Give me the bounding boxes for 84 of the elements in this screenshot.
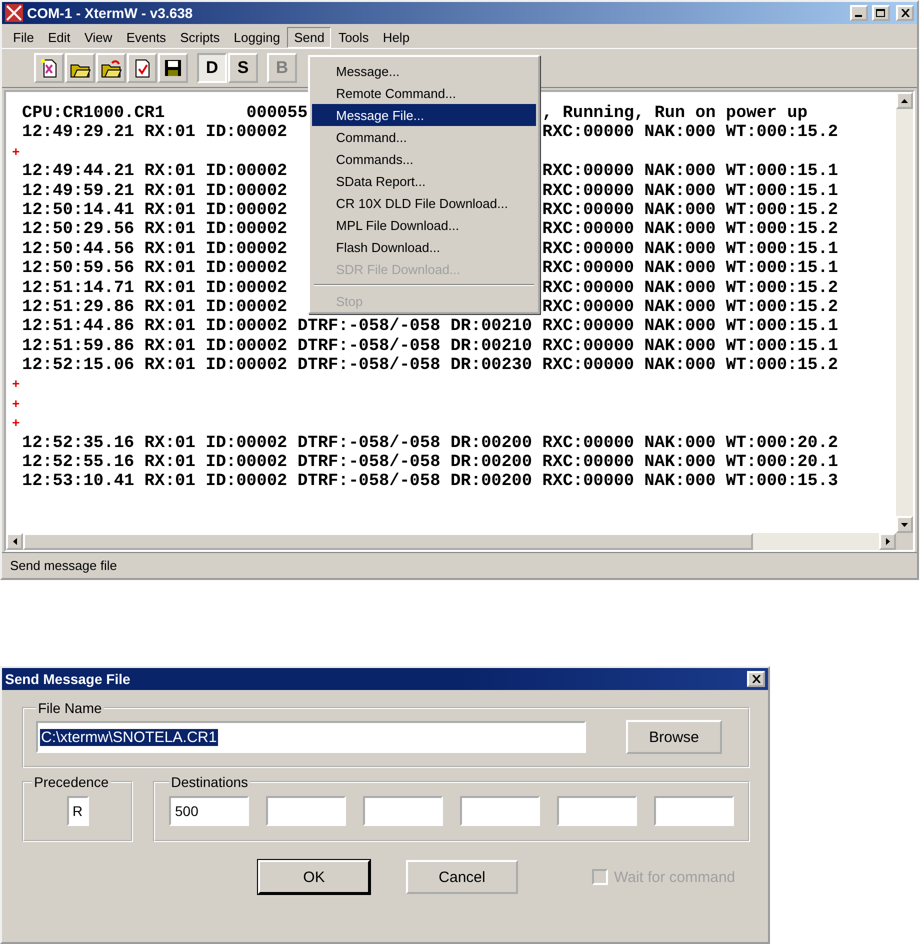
marker-plus: +	[12, 416, 20, 432]
terminal-line: 12:51:44.86 RX:01 ID:00002 DTRF:-058/-058 DR:00210 RXC:00000 NAK:000 WT:000:15.1	[22, 317, 838, 336]
maximize-icon	[876, 8, 886, 18]
window-title: COM-1 - XtermW - v3.638	[27, 5, 194, 21]
terminal-line: , Running, Run on power up	[542, 104, 809, 124]
menu-option[interactable]: Remote Command...	[312, 82, 536, 104]
menu-option[interactable]: SData Report...	[312, 170, 536, 192]
marker-plus: +	[12, 144, 20, 160]
menu-option[interactable]: CR 10X DLD File Download...	[312, 192, 536, 214]
group-label: File Name	[37, 700, 103, 716]
menu-item[interactable]: Send	[287, 26, 332, 48]
menu-item[interactable]: Tools	[331, 26, 376, 48]
dialog-button[interactable]: OK	[258, 860, 370, 894]
menu-option[interactable]: Message...	[312, 60, 536, 82]
terminal-line: RXC:00000 NAK:000 WT:000:15.1	[542, 162, 840, 182]
vertical-scrollbar[interactable]	[896, 92, 913, 533]
menu-option[interactable]: Message File...	[312, 104, 536, 126]
app-icon	[5, 4, 23, 22]
destination-field[interactable]	[266, 796, 346, 826]
terminal-line: 12:50:44.56 RX:01 ID:00002	[22, 240, 288, 259]
terminal-line: 12:50:14.41 RX:01 ID:00002	[22, 200, 288, 220]
terminal-line: RXC:00000 NAK:000 WT:000:15.2	[542, 298, 840, 318]
destination-field[interactable]	[654, 796, 734, 826]
terminal-line: 12:53:10.41 RX:01 ID:00002 DTRF:-058/-058 DR:00200 RXC:00000 NAK:000 WT:000:15.3	[22, 472, 838, 492]
menu-item[interactable]: File	[6, 26, 41, 48]
folder-arrow-icon	[100, 57, 122, 79]
status-text: Send message file	[10, 558, 117, 573]
file-name-field[interactable]: C:\xtermw\SNOTELA.CR1	[36, 721, 586, 753]
terminal-line: RXC:00000 NAK:000 WT:000:15.1	[542, 259, 840, 279]
browse-button[interactable]: Browse	[626, 720, 722, 754]
terminal-line: 12:50:29.56 RX:01 ID:00002	[22, 220, 288, 240]
save-button[interactable]	[158, 53, 188, 83]
minimize-button[interactable]	[850, 5, 868, 21]
menu-item[interactable]: Logging	[226, 26, 288, 48]
menu-item[interactable]: View	[77, 26, 120, 48]
close-icon	[900, 9, 910, 17]
reopen-folder-button[interactable]	[96, 53, 126, 83]
terminal-line: 12:51:14.71 RX:01 ID:00002	[22, 278, 288, 298]
close-button[interactable]	[896, 5, 914, 21]
terminal-line: RXC:00000 NAK:000 WT:000:15.1	[542, 240, 840, 260]
maximize-button[interactable]	[872, 5, 890, 21]
terminal-line: 12:49:29.21 RX:01 ID:00002	[22, 123, 288, 142]
menu-item[interactable]: Edit	[40, 26, 78, 48]
group-label: Precedence	[33, 774, 110, 790]
terminal-line: 12:51:59.86 RX:01 ID:00002 DTRF:-058/-058 DR:00210 RXC:00000 NAK:000 WT:000:15.1	[22, 336, 838, 356]
terminal-line: 12:49:44.21 RX:01 ID:00002	[22, 162, 288, 182]
menu-option[interactable]: Flash Download...	[312, 236, 536, 258]
menu-item[interactable]: Events	[119, 26, 174, 48]
horizontal-scrollbar[interactable]	[6, 533, 896, 550]
scroll-thumb[interactable]	[23, 533, 753, 550]
check-document-button[interactable]	[127, 53, 157, 83]
precedence-field[interactable]: R	[66, 796, 88, 826]
new-file-button[interactable]	[34, 53, 64, 83]
terminal-line: RXC:00000 NAK:000 WT:000:15.2	[542, 123, 840, 143]
toolbar-toggle[interactable]: D	[197, 53, 227, 83]
terminal-line: 12:52:15.06 RX:01 ID:00002 DTRF:-058/-058 DR:00230 RXC:00000 NAK:000 WT:000:15.2	[22, 356, 838, 376]
menu-item[interactable]: Scripts	[173, 26, 227, 48]
close-button[interactable]	[747, 671, 765, 687]
destination-field[interactable]	[363, 796, 443, 826]
dialog-button[interactable]: Cancel	[406, 860, 518, 894]
terminal-line: 12:52:55.16 RX:01 ID:00002 DTRF:-058/-058 DR:00200 RXC:00000 NAK:000 WT:000:20.1	[22, 453, 838, 472]
menu-option[interactable]: Commands...	[312, 148, 536, 170]
terminal-line: CPU:CR1000.CR1 000055	[22, 104, 308, 123]
dialog-title: Send Message File	[5, 671, 132, 687]
destination-field[interactable]	[557, 796, 637, 826]
terminal-line: 12:49:59.21 RX:01 ID:00002	[22, 182, 288, 201]
terminal-line: RXC:00000 NAK:000 WT:000:15.1	[542, 182, 840, 201]
terminal-line: 12:52:35.16 RX:01 ID:00002 DTRF:-058/-058 DR:00200 RXC:00000 NAK:000 WT:000:20.2	[22, 434, 838, 453]
menu-option[interactable]: Command...	[312, 126, 536, 148]
terminal-line: RXC:00000 NAK:000 WT:000:15.2	[542, 200, 840, 220]
group-label: Destinations	[170, 774, 250, 790]
close-icon	[752, 675, 760, 683]
menu-item[interactable]: Help	[376, 26, 417, 48]
terminal-line: RXC:00000 NAK:000 WT:000:15.2	[542, 220, 840, 240]
terminal-line: 12:51:29.86 RX:01 ID:00002	[22, 298, 288, 317]
open-folder-button[interactable]	[65, 53, 95, 83]
terminal-line: 12:50:59.56 RX:01 ID:00002	[22, 259, 288, 278]
destination-field[interactable]	[460, 796, 540, 826]
destination-field[interactable]: 500	[169, 796, 249, 826]
marker-plus: +	[12, 396, 20, 412]
marker-plus: +	[12, 377, 20, 392]
menu-option[interactable]: MPL File Download...	[312, 214, 536, 236]
terminal-line: RXC:00000 NAK:000 WT:000:15.2	[542, 278, 840, 298]
toolbar-toggle[interactable]: S	[228, 53, 258, 83]
